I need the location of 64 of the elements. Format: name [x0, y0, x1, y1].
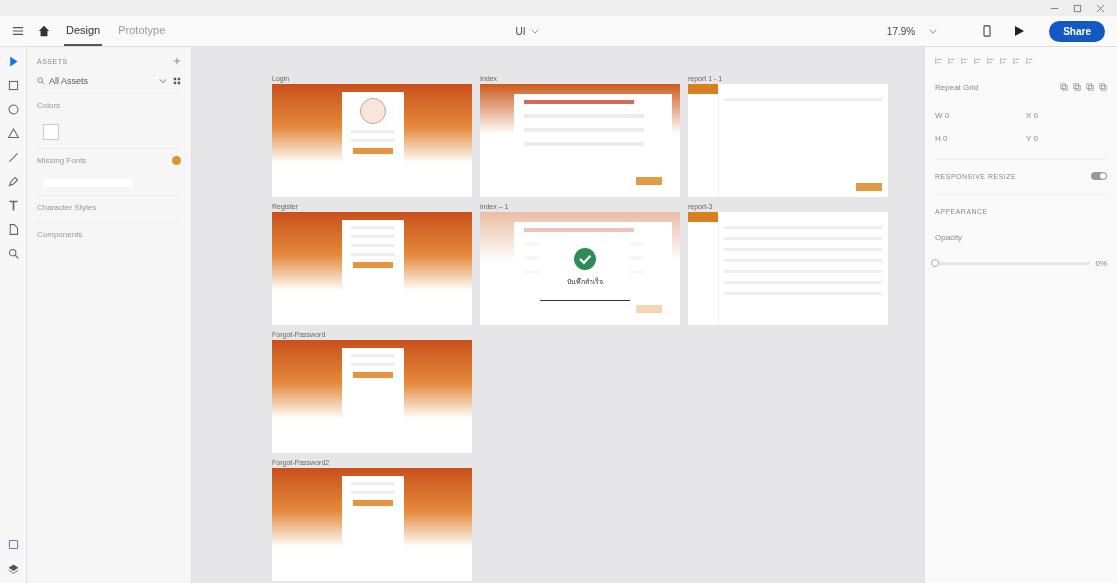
artboard-preview[interactable]	[272, 340, 472, 453]
mode-tab[interactable]: Prototype	[116, 16, 168, 46]
align-icon[interactable]	[1000, 57, 1008, 65]
chevron-down-icon[interactable]	[530, 28, 539, 34]
align-icon[interactable]	[1013, 57, 1021, 65]
line-icon[interactable]	[6, 151, 20, 164]
align-icon[interactable]	[948, 57, 956, 65]
chevron-down-icon[interactable]	[929, 28, 938, 34]
triangle-icon[interactable]	[6, 127, 20, 140]
zoom-icon[interactable]	[6, 247, 20, 260]
artboard-preview[interactable]	[480, 84, 680, 197]
dimension-field[interactable]: X 0	[1026, 111, 1107, 120]
document-title: UI	[515, 25, 526, 37]
asset-section-header[interactable]: Components	[37, 229, 181, 239]
repeat-grid-button[interactable]: Repeat Grid	[935, 82, 979, 92]
boolean-icon[interactable]	[1060, 83, 1068, 91]
align-icon[interactable]	[935, 57, 943, 65]
opacity-value: 0%	[1095, 258, 1107, 268]
asset-section-header[interactable]: Colors	[37, 100, 181, 110]
check-circle-icon	[574, 247, 596, 270]
share-button[interactable]: Share	[1049, 20, 1105, 42]
search-icon[interactable]	[37, 77, 45, 85]
pen-icon[interactable]	[6, 175, 20, 188]
toggle-switch[interactable]	[1091, 172, 1107, 180]
mini-button	[856, 183, 882, 191]
menu-icon[interactable]	[12, 25, 24, 37]
boolean-icon[interactable]	[1099, 83, 1107, 91]
align-icon[interactable]	[987, 57, 995, 65]
dimension-field[interactable]: W 0	[935, 111, 1016, 120]
play-icon[interactable]	[1013, 25, 1026, 37]
artboard-preview[interactable]	[688, 84, 888, 197]
mobile-device-icon[interactable]	[981, 25, 994, 37]
assets-filter-dropdown[interactable]: All Assets	[49, 76, 88, 86]
color-swatch[interactable]	[43, 124, 59, 140]
home-icon[interactable]	[38, 25, 50, 37]
ellipse-icon[interactable]	[6, 103, 20, 116]
layers-icon[interactable]	[6, 562, 20, 575]
text-icon[interactable]	[6, 199, 20, 212]
mini-button	[636, 305, 662, 313]
zoom-level[interactable]: 17.9%	[886, 25, 916, 37]
close-icon[interactable]	[1096, 3, 1105, 13]
plugins-icon[interactable]	[6, 538, 20, 551]
grid-view-icon[interactable]	[173, 77, 181, 85]
artboard-preview[interactable]	[272, 212, 472, 325]
chevron-down-icon[interactable]	[159, 77, 167, 85]
boolean-icon[interactable]	[1086, 83, 1094, 91]
boolean-icon[interactable]	[1073, 83, 1081, 91]
asset-section-header[interactable]: Character Styles	[37, 202, 181, 212]
artboard-preview[interactable]	[272, 468, 472, 581]
logo-block	[688, 84, 718, 94]
slider-thumb[interactable]	[931, 258, 939, 267]
mini-button	[636, 177, 662, 185]
dimension-field[interactable]: H 0	[935, 134, 1016, 143]
logo-block	[688, 212, 718, 222]
artboard-preview[interactable]	[272, 84, 472, 197]
align-icon[interactable]	[961, 57, 969, 65]
opacity-label: Opacity	[935, 232, 963, 242]
align-icon[interactable]	[1026, 57, 1034, 65]
maximize-icon[interactable]	[1073, 3, 1082, 13]
plus-icon[interactable]	[173, 57, 181, 65]
dimension-field[interactable]: Y 0	[1026, 134, 1107, 143]
align-icon[interactable]	[974, 57, 982, 65]
asset-section-header[interactable]: Missing Fonts	[37, 155, 172, 165]
rectangle-icon[interactable]	[6, 79, 20, 92]
